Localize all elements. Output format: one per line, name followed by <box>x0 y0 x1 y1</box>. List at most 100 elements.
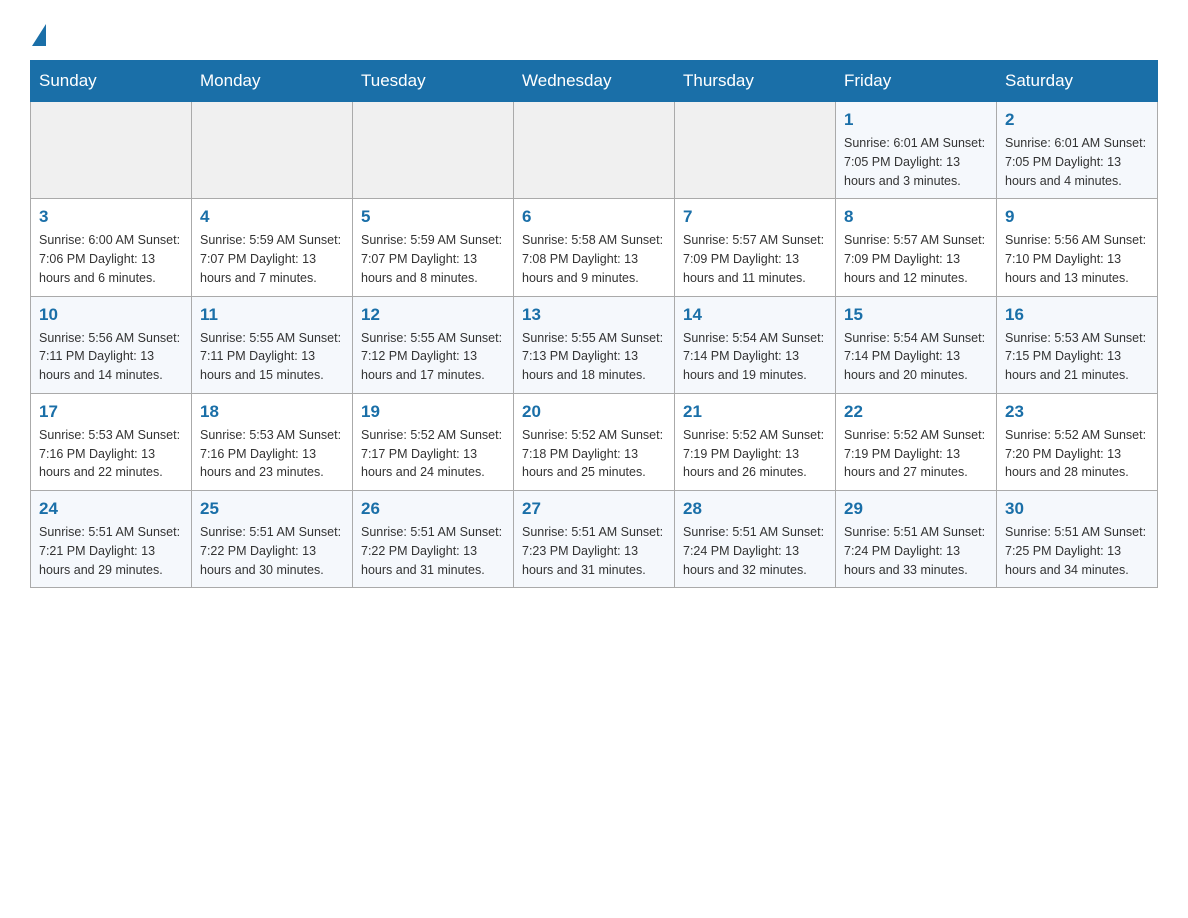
calendar-cell: 14Sunrise: 5:54 AM Sunset: 7:14 PM Dayli… <box>675 296 836 393</box>
calendar-cell: 9 Sunrise: 5:56 AM Sunset: 7:10 PM Daylig… <box>997 199 1158 296</box>
calendar-cell: 8 Sunrise: 5:57 AM Sunset: 7:09 PM Daylig… <box>836 199 997 296</box>
calendar-week-row: 10Sunrise: 5:56 AM Sunset: 7:11 PM Dayli… <box>31 296 1158 393</box>
calendar-cell: 23 Sunrise: 5:52 AM Sunset: 7:20 PM Dayli… <box>997 393 1158 490</box>
calendar-cell: 2 Sunrise: 6:01 AM Sunset: 7:05 PM Daylig… <box>997 102 1158 199</box>
day-info: Sunrise: 5:51 AM Sunset: 7:22 PM Dayligh… <box>361 523 505 579</box>
calendar-cell: 4 Sunrise: 5:59 AM Sunset: 7:07 PM Daylig… <box>192 199 353 296</box>
calendar-header-thursday: Thursday <box>675 61 836 102</box>
day-info: Sunrise: 5:54 AM Sunset: 7:14 PM Dayligh… <box>844 329 988 385</box>
day-info: Sunrise: 6:00 AM Sunset: 7:06 PM Dayligh… <box>39 231 183 287</box>
day-number: 29 <box>844 499 988 519</box>
day-number: 9 <box>1005 207 1149 227</box>
calendar-cell: 25 Sunrise: 5:51 AM Sunset: 7:22 PM Dayli… <box>192 491 353 588</box>
calendar-cell <box>31 102 192 199</box>
day-number: 25 <box>200 499 344 519</box>
calendar-cell: 21Sunrise: 5:52 AM Sunset: 7:19 PM Dayli… <box>675 393 836 490</box>
day-info: Sunrise: 5:55 AM Sunset: 7:12 PM Dayligh… <box>361 329 505 385</box>
day-number: 7 <box>683 207 827 227</box>
calendar-cell: 7 Sunrise: 5:57 AM Sunset: 7:09 PM Daylig… <box>675 199 836 296</box>
calendar-week-row: 17 Sunrise: 5:53 AM Sunset: 7:16 PM Dayli… <box>31 393 1158 490</box>
calendar-cell: 17 Sunrise: 5:53 AM Sunset: 7:16 PM Dayli… <box>31 393 192 490</box>
day-number: 5 <box>361 207 505 227</box>
calendar-cell: 1 Sunrise: 6:01 AM Sunset: 7:05 PM Daylig… <box>836 102 997 199</box>
day-number: 22 <box>844 402 988 422</box>
calendar-cell: 12 Sunrise: 5:55 AM Sunset: 7:12 PM Dayli… <box>353 296 514 393</box>
day-number: 12 <box>361 305 505 325</box>
day-info: Sunrise: 5:52 AM Sunset: 7:17 PM Dayligh… <box>361 426 505 482</box>
calendar-header-sunday: Sunday <box>31 61 192 102</box>
calendar-week-row: 1 Sunrise: 6:01 AM Sunset: 7:05 PM Daylig… <box>31 102 1158 199</box>
calendar-cell: 19 Sunrise: 5:52 AM Sunset: 7:17 PM Dayli… <box>353 393 514 490</box>
calendar-cell: 16 Sunrise: 5:53 AM Sunset: 7:15 PM Dayli… <box>997 296 1158 393</box>
calendar-cell: 10Sunrise: 5:56 AM Sunset: 7:11 PM Dayli… <box>31 296 192 393</box>
day-number: 18 <box>200 402 344 422</box>
day-number: 10 <box>39 305 183 325</box>
day-info: Sunrise: 5:52 AM Sunset: 7:19 PM Dayligh… <box>844 426 988 482</box>
logo <box>30 20 46 40</box>
day-number: 26 <box>361 499 505 519</box>
day-number: 23 <box>1005 402 1149 422</box>
day-number: 24 <box>39 499 183 519</box>
day-number: 3 <box>39 207 183 227</box>
day-info: Sunrise: 5:51 AM Sunset: 7:21 PM Dayligh… <box>39 523 183 579</box>
calendar-cell: 11 Sunrise: 5:55 AM Sunset: 7:11 PM Dayli… <box>192 296 353 393</box>
day-info: Sunrise: 5:51 AM Sunset: 7:25 PM Dayligh… <box>1005 523 1149 579</box>
calendar-week-row: 3 Sunrise: 6:00 AM Sunset: 7:06 PM Daylig… <box>31 199 1158 296</box>
day-info: Sunrise: 5:52 AM Sunset: 7:18 PM Dayligh… <box>522 426 666 482</box>
day-number: 4 <box>200 207 344 227</box>
calendar-cell: 5 Sunrise: 5:59 AM Sunset: 7:07 PM Daylig… <box>353 199 514 296</box>
day-info: Sunrise: 5:52 AM Sunset: 7:20 PM Dayligh… <box>1005 426 1149 482</box>
day-info: Sunrise: 5:55 AM Sunset: 7:13 PM Dayligh… <box>522 329 666 385</box>
day-number: 17 <box>39 402 183 422</box>
calendar-cell <box>675 102 836 199</box>
day-info: Sunrise: 5:59 AM Sunset: 7:07 PM Dayligh… <box>200 231 344 287</box>
day-info: Sunrise: 5:53 AM Sunset: 7:16 PM Dayligh… <box>39 426 183 482</box>
calendar-cell: 28Sunrise: 5:51 AM Sunset: 7:24 PM Dayli… <box>675 491 836 588</box>
calendar-header-saturday: Saturday <box>997 61 1158 102</box>
day-info: Sunrise: 6:01 AM Sunset: 7:05 PM Dayligh… <box>1005 134 1149 190</box>
day-info: Sunrise: 5:58 AM Sunset: 7:08 PM Dayligh… <box>522 231 666 287</box>
day-info: Sunrise: 5:51 AM Sunset: 7:22 PM Dayligh… <box>200 523 344 579</box>
day-info: Sunrise: 5:55 AM Sunset: 7:11 PM Dayligh… <box>200 329 344 385</box>
day-number: 30 <box>1005 499 1149 519</box>
day-info: Sunrise: 5:57 AM Sunset: 7:09 PM Dayligh… <box>844 231 988 287</box>
day-info: Sunrise: 5:59 AM Sunset: 7:07 PM Dayligh… <box>361 231 505 287</box>
day-number: 11 <box>200 305 344 325</box>
day-info: Sunrise: 5:52 AM Sunset: 7:19 PM Dayligh… <box>683 426 827 482</box>
day-number: 2 <box>1005 110 1149 130</box>
day-number: 20 <box>522 402 666 422</box>
calendar-cell: 13Sunrise: 5:55 AM Sunset: 7:13 PM Dayli… <box>514 296 675 393</box>
day-info: Sunrise: 5:51 AM Sunset: 7:24 PM Dayligh… <box>844 523 988 579</box>
day-number: 6 <box>522 207 666 227</box>
day-info: Sunrise: 5:56 AM Sunset: 7:10 PM Dayligh… <box>1005 231 1149 287</box>
page-header <box>30 20 1158 40</box>
calendar-header-row: SundayMondayTuesdayWednesdayThursdayFrid… <box>31 61 1158 102</box>
calendar-cell: 18 Sunrise: 5:53 AM Sunset: 7:16 PM Dayli… <box>192 393 353 490</box>
calendar-cell <box>514 102 675 199</box>
day-number: 28 <box>683 499 827 519</box>
day-info: Sunrise: 5:53 AM Sunset: 7:15 PM Dayligh… <box>1005 329 1149 385</box>
day-number: 8 <box>844 207 988 227</box>
day-number: 16 <box>1005 305 1149 325</box>
calendar-cell: 30 Sunrise: 5:51 AM Sunset: 7:25 PM Dayli… <box>997 491 1158 588</box>
calendar-header-monday: Monday <box>192 61 353 102</box>
day-number: 19 <box>361 402 505 422</box>
calendar-table: SundayMondayTuesdayWednesdayThursdayFrid… <box>30 60 1158 588</box>
calendar-cell: 27Sunrise: 5:51 AM Sunset: 7:23 PM Dayli… <box>514 491 675 588</box>
day-info: Sunrise: 5:57 AM Sunset: 7:09 PM Dayligh… <box>683 231 827 287</box>
day-info: Sunrise: 6:01 AM Sunset: 7:05 PM Dayligh… <box>844 134 988 190</box>
calendar-cell: 20 Sunrise: 5:52 AM Sunset: 7:18 PM Dayli… <box>514 393 675 490</box>
day-number: 14 <box>683 305 827 325</box>
day-number: 1 <box>844 110 988 130</box>
day-number: 15 <box>844 305 988 325</box>
calendar-cell: 6 Sunrise: 5:58 AM Sunset: 7:08 PM Daylig… <box>514 199 675 296</box>
day-info: Sunrise: 5:53 AM Sunset: 7:16 PM Dayligh… <box>200 426 344 482</box>
day-info: Sunrise: 5:51 AM Sunset: 7:23 PM Dayligh… <box>522 523 666 579</box>
calendar-cell: 15 Sunrise: 5:54 AM Sunset: 7:14 PM Dayli… <box>836 296 997 393</box>
calendar-header-friday: Friday <box>836 61 997 102</box>
calendar-cell: 22 Sunrise: 5:52 AM Sunset: 7:19 PM Dayli… <box>836 393 997 490</box>
calendar-week-row: 24 Sunrise: 5:51 AM Sunset: 7:21 PM Dayli… <box>31 491 1158 588</box>
calendar-cell: 3 Sunrise: 6:00 AM Sunset: 7:06 PM Daylig… <box>31 199 192 296</box>
calendar-header-tuesday: Tuesday <box>353 61 514 102</box>
calendar-cell: 26 Sunrise: 5:51 AM Sunset: 7:22 PM Dayli… <box>353 491 514 588</box>
